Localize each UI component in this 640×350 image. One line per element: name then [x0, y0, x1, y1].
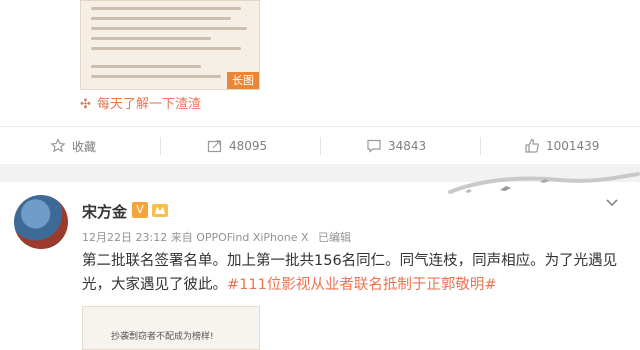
avatar[interactable]: [14, 195, 68, 249]
repost-count: 48095: [229, 139, 268, 153]
post-timestamp[interactable]: 12月22日 23:12: [82, 231, 167, 244]
repost-icon: [207, 140, 222, 153]
author-name[interactable]: 宋方金: [82, 201, 127, 222]
edited-label[interactable]: 已编辑: [318, 231, 351, 244]
like-button[interactable]: 1001439: [524, 127, 599, 165]
post-source: 来自 OPPOFind XiPhone X: [170, 231, 309, 244]
favorite-label: 收藏: [72, 139, 97, 154]
topic-label: 每天了解一下渣渣: [97, 97, 202, 112]
verified-badge: V: [132, 202, 148, 218]
favorite-button[interactable]: 收藏: [50, 127, 96, 165]
comment-button[interactable]: 34843: [366, 127, 426, 165]
thumbnail-text: 抄袭剽窃者不配成为榜样!: [111, 332, 214, 342]
long-image-preview[interactable]: 长图: [80, 0, 260, 90]
star-icon: [50, 138, 66, 153]
comment-icon: [367, 139, 381, 153]
long-image-badge: 长图: [227, 72, 259, 89]
like-count: 1001439: [546, 139, 600, 153]
topic-icon: ✣: [80, 97, 91, 112]
post-image-thumbnail[interactable]: 抄袭剽窃者不配成为榜样!: [82, 306, 260, 350]
chevron-down-icon[interactable]: [604, 196, 620, 210]
hashtag-link[interactable]: #111位影视从业者联名抵制于正郭敬明#: [227, 277, 496, 293]
topic-link[interactable]: ✣ 每天了解一下渣渣: [80, 96, 201, 114]
post-content: 第二批联名签署名单。加上第一批共156名同仁。同气连枝，同声相应。为了光遇见光，…: [82, 249, 622, 297]
comment-count: 34843: [388, 139, 427, 153]
member-level-icon: [152, 204, 168, 217]
thumbs-up-icon: [525, 138, 539, 153]
post-meta: 12月22日 23:12 来自 OPPOFind XiPhone X 已编辑: [82, 229, 351, 245]
repost-button[interactable]: 48095: [207, 127, 267, 165]
action-bar: 收藏 48095 34843 1001439: [0, 126, 640, 165]
